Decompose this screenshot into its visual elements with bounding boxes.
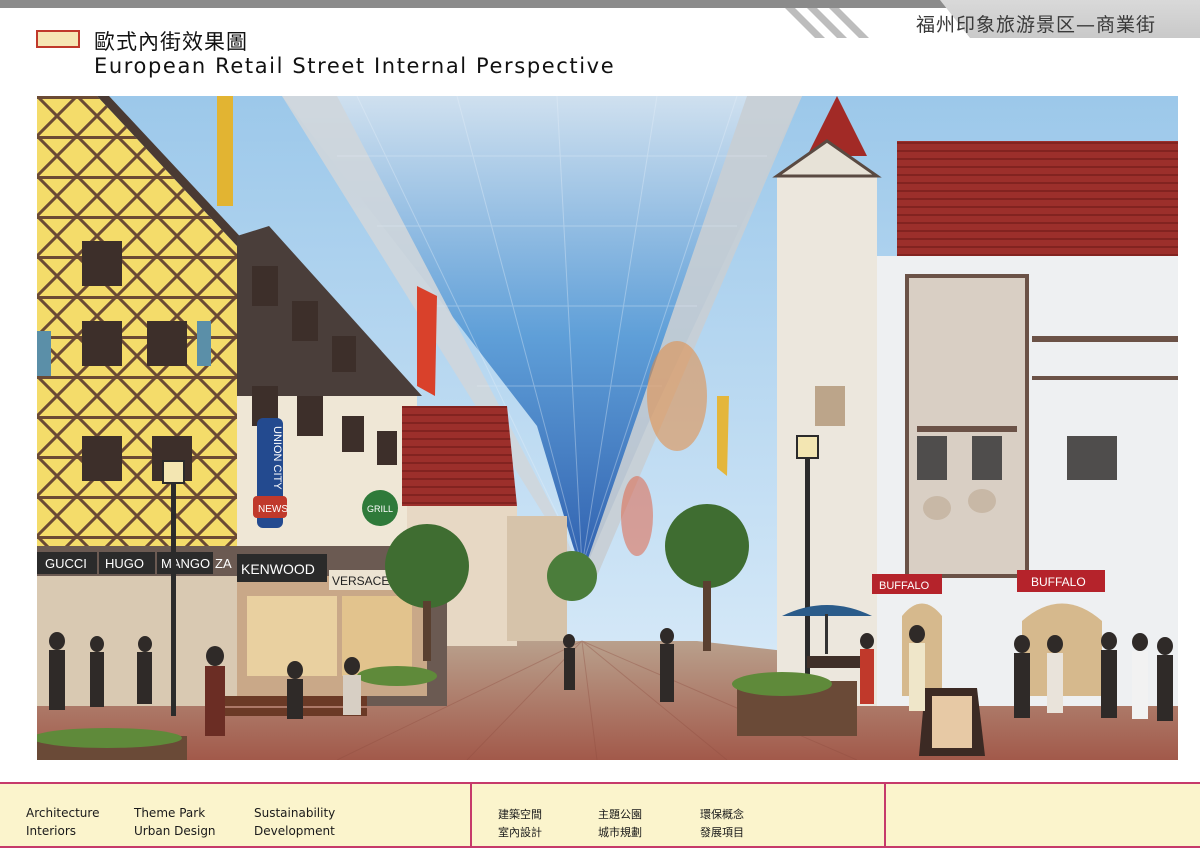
page-title-chinese: 歐式內街效果圖 bbox=[94, 30, 248, 54]
hugo-sign: HUGO bbox=[105, 556, 144, 571]
footer-label-urban-design: Urban Design bbox=[134, 824, 216, 838]
hanging-banner bbox=[417, 286, 437, 396]
title-swatch bbox=[36, 30, 80, 48]
news-sign-text: NEWS bbox=[258, 504, 288, 515]
kenwood-sign: KENWOOD bbox=[241, 561, 315, 577]
footer-label-urban-design-cn: 城市規劃 bbox=[598, 826, 642, 839]
union-city-sign-text: UNION CITY bbox=[271, 426, 283, 490]
buffalo-sign-text: BUFFALO bbox=[1031, 575, 1086, 589]
grill-sign-text: GRILL bbox=[367, 504, 393, 514]
za-sign: ZA bbox=[215, 556, 232, 571]
footer-panel-chinese: 建築空間 室內設計 主題公園 城市規劃 環保概念 發展項目 bbox=[472, 782, 886, 848]
footer-label-architecture-cn: 建築空間 bbox=[498, 808, 542, 821]
footer-label-development: Development bbox=[254, 824, 335, 838]
project-title: 福州印象旅游景区—商業街 bbox=[915, 14, 1156, 36]
street-lamp bbox=[805, 456, 810, 706]
tree bbox=[665, 504, 749, 588]
gucci-sign: GUCCI bbox=[45, 556, 87, 571]
street-rendering: GUCCI HUGO MANGO ZA KENWOOD VERSACE UNIO… bbox=[37, 96, 1178, 760]
footer-label-theme-park: Theme Park bbox=[134, 806, 206, 820]
street-lamp bbox=[171, 481, 176, 716]
footer-label-architecture: Architecture bbox=[26, 806, 100, 820]
page-title-english: European Retail Street Internal Perspect… bbox=[94, 54, 616, 78]
versace-sign: VERSACE bbox=[332, 574, 389, 588]
footer-label-sustainability-cn: 環保概念 bbox=[700, 808, 744, 821]
mango-sign: MANGO bbox=[161, 556, 210, 571]
footer-label-interiors: Interiors bbox=[26, 824, 77, 838]
buffalo-sign-text: BUFFALO bbox=[879, 580, 930, 592]
footer-panel-english: Architecture Interiors Theme Park Urban … bbox=[0, 782, 472, 848]
footer-label-sustainability: Sustainability bbox=[254, 806, 336, 820]
tree bbox=[547, 551, 597, 601]
tree bbox=[385, 524, 469, 608]
footer-panel-blank bbox=[886, 782, 1200, 848]
red-roof-house bbox=[402, 406, 517, 506]
footer-label-theme-park-cn: 主題公園 bbox=[598, 808, 642, 821]
footer-label-development-cn: 發展項目 bbox=[700, 826, 744, 839]
footer-label-interiors-cn: 室內設計 bbox=[498, 826, 542, 839]
hanging-banner bbox=[717, 396, 729, 476]
hanging-banner bbox=[217, 96, 233, 206]
